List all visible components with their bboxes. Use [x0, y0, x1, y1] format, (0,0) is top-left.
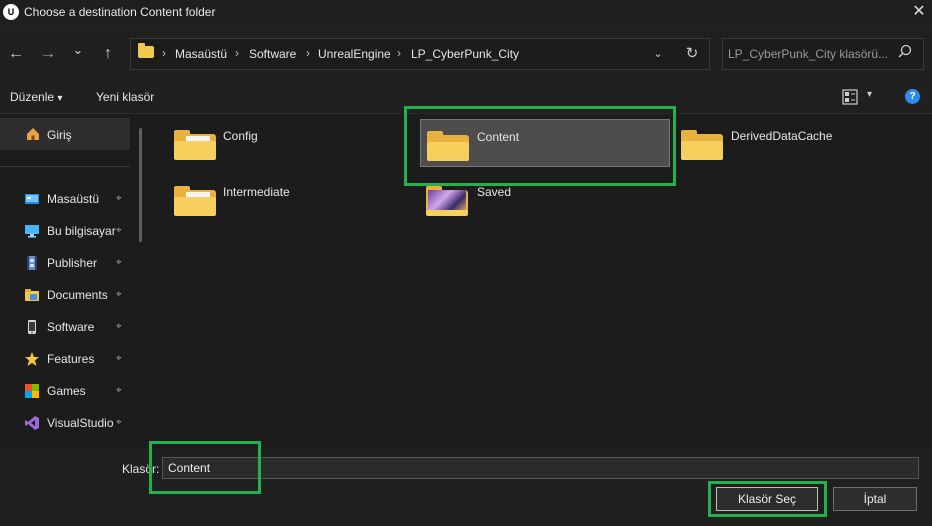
folder-icon: [174, 186, 216, 216]
sidebar-item-this-pc[interactable]: Bu bilgisayar ⌖: [0, 216, 136, 246]
folder-icon: [138, 43, 154, 58]
breadcrumb-item[interactable]: LP_CyberPunk_City: [411, 47, 519, 61]
desktop-icon: [25, 194, 39, 204]
sidebar-item-visualstudio[interactable]: VisualStudio ⌖: [0, 408, 136, 438]
search-input[interactable]: LP_CyberPunk_City klasörü...: [728, 47, 888, 61]
sidebar-item-label: Documents: [47, 288, 108, 302]
breadcrumb-item[interactable]: Software: [249, 47, 296, 61]
pin-icon: ⌖: [116, 417, 122, 428]
pin-icon: ⌖: [116, 289, 122, 300]
folder-icon: [681, 130, 723, 160]
folder-name: DerivedDataCache: [731, 129, 833, 143]
sidebar-item-desktop[interactable]: Masaüstü ⌖: [0, 184, 136, 214]
up-button[interactable]: ↑: [96, 42, 120, 66]
sidebar-item-label: Giriş: [47, 128, 72, 142]
breadcrumb-separator: ›: [306, 46, 310, 60]
pin-icon: ⌖: [116, 257, 122, 268]
pin-icon: ⌖: [116, 225, 122, 236]
unreal-app-icon: U: [3, 4, 19, 20]
recent-locations-button[interactable]: ⌄: [66, 38, 90, 62]
close-button[interactable]: ✕: [906, 0, 932, 26]
sidebar-item-label: Bu bilgisayar: [47, 224, 116, 238]
sidebar-item-label: VisualStudio: [47, 416, 114, 430]
pin-icon: ⌖: [116, 353, 122, 364]
sidebar-item-games[interactable]: Games ⌖: [0, 376, 136, 406]
home-icon: [27, 128, 39, 140]
sidebar-item-label: Features: [47, 352, 95, 366]
sidebar-item-features[interactable]: Features ⌖: [0, 344, 136, 374]
sidebar-item-home[interactable]: Giriş: [0, 118, 130, 150]
film-icon: [27, 256, 37, 270]
sidebar-item-documents[interactable]: Documents ⌖: [0, 280, 136, 310]
breadcrumb-item[interactable]: UnrealEngine: [318, 47, 391, 61]
computer-icon: [25, 225, 39, 238]
forward-button[interactable]: →: [36, 42, 60, 66]
cancel-button[interactable]: İptal: [833, 487, 917, 511]
new-folder-button[interactable]: Yeni klasör: [96, 90, 154, 104]
games-icon: [25, 384, 39, 398]
help-icon[interactable]: ?: [905, 89, 920, 104]
highlight-select-button: [708, 481, 827, 517]
search-icon: [896, 44, 914, 62]
back-button[interactable]: ←: [4, 42, 28, 66]
sidebar-item-software[interactable]: Software ⌖: [0, 312, 136, 342]
refresh-icon[interactable]: ↻: [682, 44, 702, 64]
folder-name: Saved: [477, 185, 512, 199]
chevron-down-icon: ▾: [867, 89, 873, 100]
folder-name: Intermediate: [223, 185, 290, 199]
breadcrumb-item[interactable]: Masaüstü: [175, 47, 227, 61]
folder-item-intermediate[interactable]: Intermediate: [168, 174, 418, 222]
highlight-content-folder: [404, 106, 676, 186]
breadcrumb-separator: ›: [397, 46, 401, 60]
highlight-folder-input: [149, 441, 261, 494]
chevron-down-icon[interactable]: ⌄: [648, 44, 668, 64]
visualstudio-icon: [25, 416, 39, 430]
folder-icon: [174, 130, 216, 160]
folder-name-input[interactable]: Content: [162, 457, 919, 479]
organize-label: Düzenle: [10, 90, 55, 104]
sidebar-item-label: Games: [47, 384, 86, 398]
star-icon: [25, 352, 39, 366]
sidebar-scrollbar[interactable]: [139, 128, 142, 242]
sidebar-item-label: Publisher: [47, 256, 98, 270]
breadcrumb-separator: ›: [235, 46, 239, 60]
sidebar-divider: [0, 166, 130, 167]
organize-button[interactable]: Düzenle ▾: [10, 90, 62, 104]
folder-name: Config: [223, 129, 258, 143]
chevron-down-icon: ▾: [57, 93, 63, 104]
pin-icon: ⌖: [116, 321, 122, 332]
folder-item-deriveddatacache[interactable]: DerivedDataCache: [676, 118, 926, 166]
sidebar-item-label: Masaüstü: [47, 192, 100, 206]
folder-item-config[interactable]: Config: [168, 118, 418, 166]
pin-icon: ⌖: [116, 193, 122, 204]
view-grid-icon: [842, 89, 858, 105]
window-title: Choose a destination Content folder: [24, 5, 216, 19]
breadcrumb-separator: ›: [162, 46, 166, 60]
sidebar-item-label: Software: [47, 320, 95, 334]
view-options-button[interactable]: ▾: [842, 88, 880, 106]
pin-icon: ⌖: [116, 385, 122, 396]
phone-icon: [28, 320, 36, 334]
sidebar-item-publisher[interactable]: Publisher ⌖: [0, 248, 136, 278]
documents-icon: [25, 289, 39, 301]
folder-icon: [426, 186, 468, 216]
